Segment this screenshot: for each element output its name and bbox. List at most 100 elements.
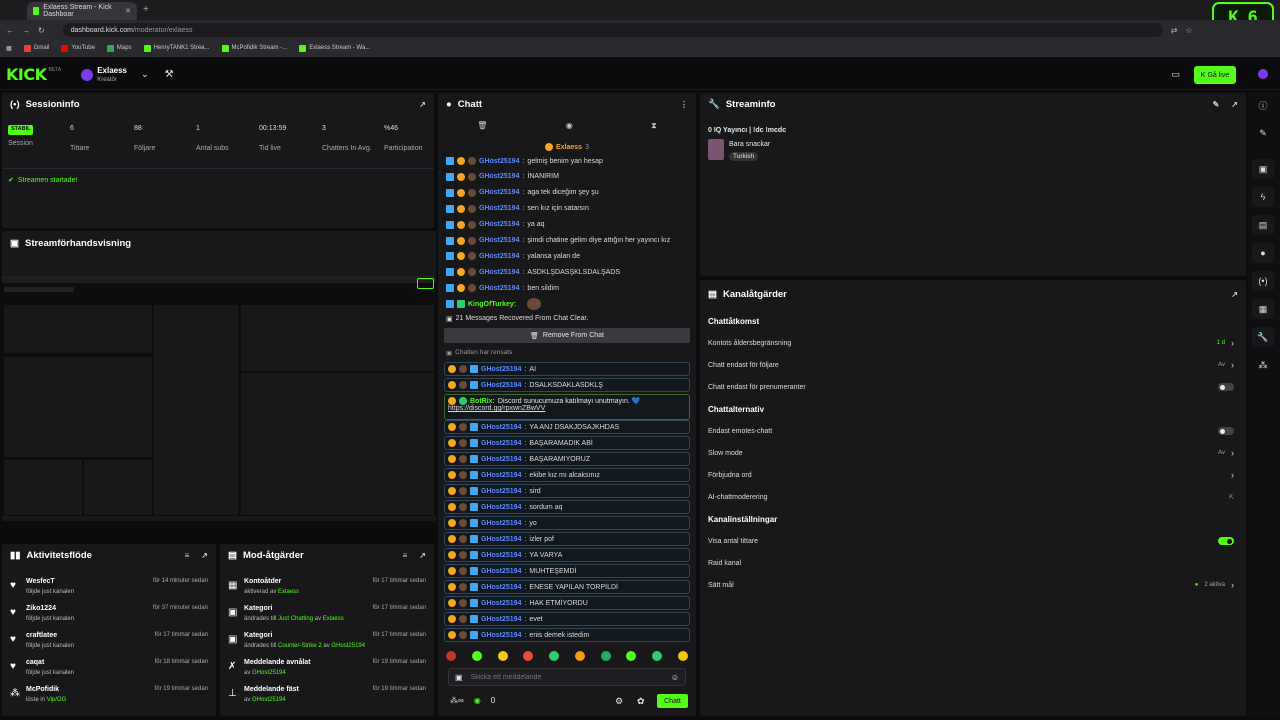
- bookmark-youtube[interactable]: YouTube: [61, 44, 95, 52]
- wrench-icon[interactable]: 🔧: [1252, 327, 1274, 347]
- url-field[interactable]: dashboard.kick.com/moderator/exlaess: [62, 23, 1163, 37]
- dashboard-icon[interactable]: ▦: [1252, 299, 1274, 319]
- chat-icon[interactable]: ●: [1252, 243, 1274, 263]
- forward-icon[interactable]: →: [22, 26, 30, 35]
- toggle-switch[interactable]: [1218, 383, 1234, 391]
- bookmark-mcpofidik[interactable]: McPofidik Stream -...: [221, 44, 287, 52]
- go-live-button[interactable]: K Gå live: [1194, 66, 1236, 84]
- bookmark-gmail[interactable]: Gmail: [23, 44, 49, 52]
- edit-pencil-icon[interactable]: ✎: [1213, 100, 1220, 109]
- hourglass-icon[interactable]: ⧗: [651, 121, 657, 135]
- chat-username[interactable]: GHost25194: [481, 520, 521, 527]
- setting-row[interactable]: Endast emotes-chatt: [708, 425, 1234, 437]
- discord-link[interactable]: https://discord.gg/rpxwnZBwVV: [448, 405, 545, 412]
- chat-username[interactable]: GHost25194: [481, 632, 521, 639]
- chat-username[interactable]: GHost25194: [481, 366, 521, 373]
- emote-icon[interactable]: [677, 651, 688, 661]
- bookmark-henrytank[interactable]: HenryTANK1 Strea...: [143, 44, 210, 52]
- layout-icon[interactable]: ▭: [1171, 69, 1180, 80]
- chat-username[interactable]: GHost25194: [479, 173, 519, 180]
- chat-username[interactable]: GHost25194: [481, 600, 521, 607]
- close-tab-icon[interactable]: ✕: [125, 7, 131, 15]
- settings-gear-icon[interactable]: ⚙: [615, 696, 623, 707]
- pinned-user[interactable]: Exlaess: [556, 144, 582, 151]
- more-options-icon[interactable]: ⋮: [680, 100, 688, 109]
- kick-logo[interactable]: KICK: [6, 65, 47, 84]
- chat-icon[interactable]: ◉: [566, 121, 573, 135]
- activity-user[interactable]: Ziko1224: [26, 605, 56, 612]
- chevron-down-icon[interactable]: ⌄: [141, 69, 149, 80]
- emote-icon[interactable]: [600, 651, 611, 661]
- chat-username[interactable]: GHost25194: [479, 285, 519, 292]
- emote-icon[interactable]: [574, 651, 585, 661]
- mod-user[interactable]: GHost25194: [252, 697, 286, 703]
- emote-icon[interactable]: [471, 651, 482, 661]
- chevron-right-icon[interactable]: ›: [1231, 338, 1234, 348]
- popout-icon[interactable]: ↗: [1231, 100, 1238, 109]
- filter-icon[interactable]: ≡: [403, 551, 408, 560]
- remove-from-chat-button[interactable]: 🗑 Remove From Chat: [444, 328, 690, 343]
- chat-username[interactable]: GHost25194: [479, 253, 519, 260]
- edit-icon[interactable]: ✎: [1252, 123, 1274, 143]
- emote-icon[interactable]: [549, 651, 560, 661]
- popout-icon[interactable]: ↗: [201, 551, 208, 560]
- toggle-switch[interactable]: [1218, 537, 1234, 545]
- new-tab-icon[interactable]: +: [143, 4, 149, 15]
- emote-icon[interactable]: [523, 651, 534, 661]
- send-chat-button[interactable]: Chatt: [657, 694, 688, 708]
- setting-row[interactable]: Chatt endast för prenumeranter: [708, 381, 1234, 393]
- chevron-right-icon[interactable]: ›: [1231, 470, 1234, 480]
- mod-tools-icon[interactable]: ✿: [637, 696, 645, 707]
- activity-user[interactable]: McPofidik: [26, 686, 59, 693]
- trash-icon[interactable]: 🗑: [477, 121, 487, 135]
- chevron-right-icon[interactable]: ›: [1231, 360, 1234, 370]
- popout-icon[interactable]: ↗: [1231, 290, 1238, 299]
- chat-username[interactable]: GHost25194: [481, 552, 521, 559]
- chat-input[interactable]: ▣ ☺: [448, 668, 686, 686]
- bookmark-exlaess[interactable]: Exlaess Stream - Wa...: [299, 44, 370, 52]
- points-icon[interactable]: ⁂: [1252, 355, 1274, 375]
- chat-username[interactable]: GHost25194: [481, 504, 521, 511]
- chat-username[interactable]: GHost25194: [481, 584, 521, 591]
- setting-row[interactable]: AI-chattmoderering ⇱: [708, 491, 1234, 503]
- chat-username[interactable]: GHost25194: [481, 568, 521, 575]
- emoji-icon[interactable]: ☺: [671, 673, 679, 682]
- info-icon[interactable]: ⓘ: [1252, 95, 1274, 115]
- setting-row[interactable]: Kontots åldersbegränsning 1 d ›: [708, 337, 1234, 349]
- toggle-switch[interactable]: [1218, 427, 1234, 435]
- chat-username[interactable]: GHost25194: [481, 440, 521, 447]
- screen-icon[interactable]: ▣: [1252, 159, 1274, 179]
- chat-username[interactable]: BotRix:: [470, 398, 495, 405]
- emote-icon[interactable]: [652, 651, 663, 661]
- channel-switcher[interactable]: Exlaess Kreatör: [97, 66, 127, 83]
- chat-username[interactable]: GHost25194: [481, 456, 521, 463]
- chat-username[interactable]: GHost25194: [481, 536, 521, 543]
- clipboard-icon[interactable]: ▤: [1252, 215, 1274, 235]
- ghost-icon[interactable]: ⁂∞: [450, 696, 464, 705]
- setting-row[interactable]: Sätt mål ● 2 aktiva ›: [708, 579, 1234, 591]
- bookmark-maps[interactable]: Maps: [106, 44, 132, 52]
- mod-user[interactable]: Exlaess: [278, 589, 299, 595]
- translate-icon[interactable]: ⇄: [1171, 26, 1178, 35]
- chat-username[interactable]: GHost25194: [481, 616, 521, 623]
- message-input[interactable]: [470, 673, 663, 681]
- mod-user[interactable]: Exlaess: [323, 616, 344, 622]
- emote-icon[interactable]: [446, 651, 456, 661]
- activity-user[interactable]: WesfecT: [26, 578, 55, 585]
- chat-username[interactable]: GHost25194: [479, 221, 519, 228]
- mod-user[interactable]: GHost25194: [252, 670, 286, 676]
- chat-username[interactable]: GHost25194: [481, 488, 521, 495]
- hammer-icon[interactable]: ⚒: [165, 69, 174, 80]
- setting-row[interactable]: Förbjudna ord ›: [708, 469, 1234, 481]
- chat-username[interactable]: GHost25194: [479, 269, 519, 276]
- category-name[interactable]: Bara snackar: [729, 141, 770, 148]
- chevron-right-icon[interactable]: ›: [1231, 448, 1234, 458]
- activity-user[interactable]: craftlatee: [26, 632, 57, 639]
- bookmark-star-icon[interactable]: ☆: [1185, 26, 1192, 35]
- popout-icon[interactable]: ↗: [419, 100, 426, 109]
- setting-row[interactable]: Visa antal tittare: [708, 535, 1234, 547]
- chat-username[interactable]: GHost25194: [479, 158, 519, 165]
- popout-icon[interactable]: ↗: [419, 551, 426, 560]
- setting-row[interactable]: Raid kanal: [708, 557, 1234, 569]
- broadcast-icon[interactable]: (•): [1252, 271, 1274, 291]
